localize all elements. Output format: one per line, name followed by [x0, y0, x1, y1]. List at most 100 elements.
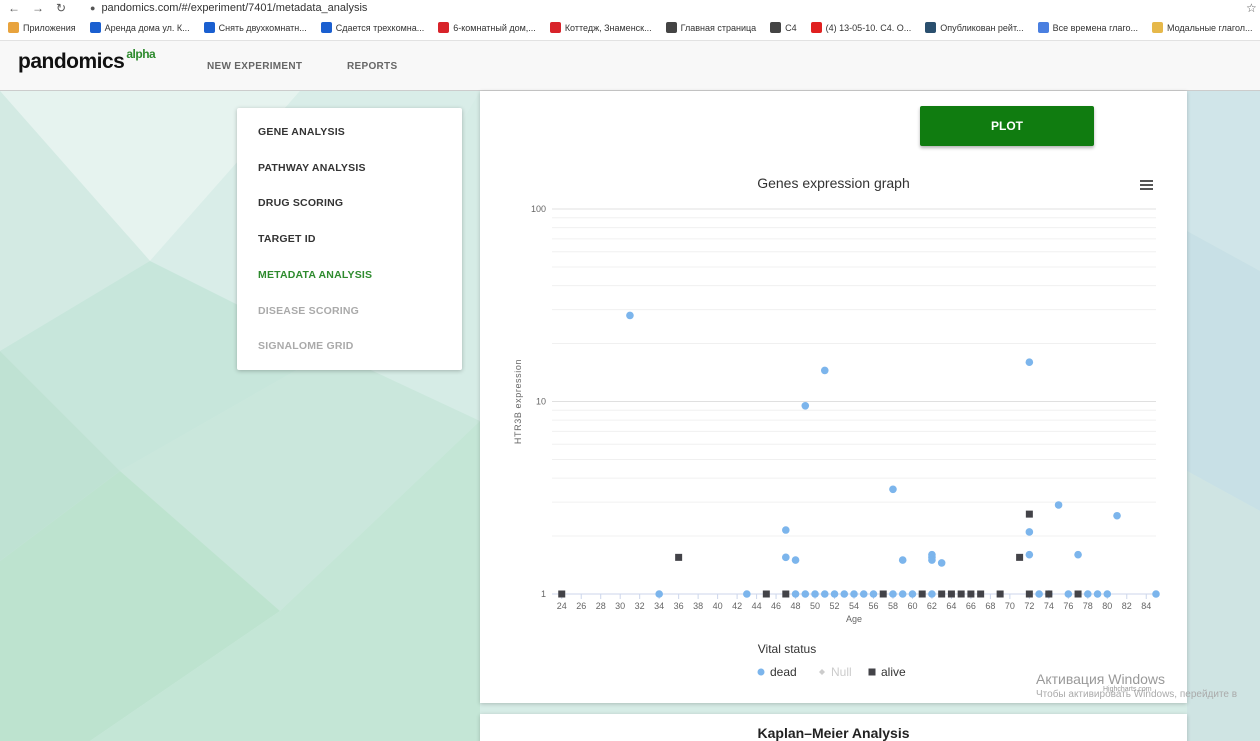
bookmark-item[interactable]: (4) 13-05-10. C4. O... — [810, 22, 911, 33]
data-point-alive[interactable] — [1025, 590, 1033, 598]
data-point-dead[interactable] — [889, 485, 897, 494]
y-tick-label: 10 — [536, 397, 546, 407]
bookmark-label: Коттедж, Знаменск... — [564, 22, 652, 33]
data-point-dead[interactable] — [898, 590, 907, 598]
data-point-alive[interactable] — [762, 590, 770, 598]
x-tick-label: 24 — [557, 601, 567, 611]
data-point-dead[interactable] — [1084, 590, 1092, 598]
nav-new-experiment[interactable]: NEW EXPERIMENT — [207, 61, 302, 72]
data-point-dead[interactable] — [1025, 550, 1034, 559]
bookmark-label: Аренда дома ул. К... — [104, 22, 190, 33]
x-tick-label: 56 — [868, 601, 878, 611]
data-point-alive[interactable] — [879, 590, 887, 598]
data-point-dead[interactable] — [811, 590, 819, 598]
data-point-dead[interactable] — [1025, 528, 1034, 536]
legend-symbol-dead — [757, 668, 765, 676]
data-point-dead[interactable] — [820, 590, 829, 598]
data-point-dead[interactable] — [840, 590, 849, 598]
data-point-alive[interactable] — [918, 590, 926, 598]
bookmark-item[interactable]: 6-комнатный дом,... — [438, 22, 536, 33]
data-point-dead[interactable] — [801, 590, 810, 598]
plot-button[interactable]: PLOT — [920, 106, 1094, 146]
x-tick-label: 64 — [946, 601, 956, 611]
menu-item-gene-analysis[interactable]: GENE ANALYSIS — [258, 126, 345, 138]
data-point-dead[interactable] — [859, 590, 868, 598]
data-point-dead[interactable] — [869, 590, 878, 598]
url-field[interactable]: pandomics.com/#/experiment/7401/metadata… — [101, 2, 1246, 14]
chart-menu-icon[interactable] — [1140, 180, 1153, 190]
bookmark-item[interactable]: C4 — [770, 22, 797, 33]
avito-icon — [320, 22, 332, 33]
data-point-alive[interactable] — [977, 590, 985, 598]
bookmark-item[interactable]: Приложения — [8, 22, 76, 33]
data-point-dead[interactable] — [1064, 590, 1073, 598]
data-point-dead[interactable] — [937, 559, 946, 567]
bookmark-item[interactable]: Сдается трехкомна... — [320, 22, 424, 33]
legend-item-dead[interactable]: dead — [770, 665, 797, 679]
legend-item-Null[interactable]: Null — [831, 665, 852, 679]
data-point-dead[interactable] — [791, 590, 800, 598]
nav-reports[interactable]: REPORTS — [347, 61, 397, 72]
data-point-alive[interactable] — [782, 590, 790, 598]
reload-icon[interactable]: ↻ — [56, 1, 66, 15]
data-point-alive[interactable] — [1045, 590, 1053, 598]
data-point-dead[interactable] — [830, 590, 839, 598]
data-point-dead[interactable] — [908, 590, 917, 598]
menu-item-target-id[interactable]: TARGET ID — [258, 233, 316, 245]
data-point-alive[interactable] — [967, 590, 975, 598]
bookmark-item[interactable]: Коттедж, Знаменск... — [549, 22, 652, 33]
data-point-dead[interactable] — [655, 590, 663, 598]
data-point-dead[interactable] — [626, 311, 634, 320]
data-point-dead[interactable] — [928, 556, 936, 564]
data-point-alive[interactable] — [957, 590, 965, 598]
data-point-alive[interactable] — [675, 553, 683, 561]
data-point-alive[interactable] — [1074, 590, 1082, 598]
bookmark-item[interactable]: Снять двухкомнатн... — [203, 22, 307, 33]
globe-icon — [770, 22, 782, 33]
data-point-alive[interactable] — [947, 590, 955, 598]
data-point-alive[interactable] — [1016, 553, 1024, 561]
data-point-dead[interactable] — [1035, 590, 1043, 598]
analysis-menu: GENE ANALYSIS PATHWAY ANALYSIS DRUG SCORIN… — [237, 108, 462, 370]
data-point-dead[interactable] — [1074, 550, 1082, 559]
data-point-dead[interactable] — [801, 401, 810, 410]
data-point-dead[interactable] — [1054, 501, 1063, 509]
youtube-icon — [810, 22, 822, 33]
bookmark-item[interactable]: Все времена глаго... — [1037, 22, 1138, 33]
data-point-dead[interactable] — [791, 556, 800, 564]
data-point-dead[interactable] — [782, 526, 790, 534]
menu-item-pathway-analysis[interactable]: PATHWAY ANALYSIS — [258, 162, 366, 174]
data-point-dead[interactable] — [1113, 511, 1121, 520]
legend-item-alive[interactable]: alive — [881, 665, 906, 679]
data-point-dead[interactable] — [850, 590, 858, 598]
data-point-dead[interactable] — [889, 590, 897, 598]
pandomics-logo[interactable]: pandomics alpha — [18, 47, 156, 74]
bookmark-item[interactable]: Аренда дома ул. К... — [89, 22, 190, 33]
x-tick-label: 72 — [1024, 601, 1034, 611]
data-point-dead[interactable] — [743, 590, 751, 598]
data-point-dead[interactable] — [782, 553, 790, 562]
data-point-dead[interactable] — [928, 590, 936, 598]
x-tick-label: 70 — [1005, 601, 1015, 611]
data-point-dead[interactable] — [1152, 590, 1160, 598]
data-point-dead[interactable] — [1093, 590, 1102, 598]
data-point-dead[interactable] — [898, 556, 907, 564]
data-point-dead[interactable] — [820, 366, 829, 375]
bookmark-star-icon[interactable]: ☆ — [1246, 1, 1260, 15]
data-point-alive[interactable] — [938, 590, 946, 598]
chart-credits[interactable]: Highcharts.com — [1103, 686, 1152, 693]
data-point-alive[interactable] — [996, 590, 1004, 598]
bookmark-item[interactable]: Главная страница — [665, 22, 756, 33]
data-point-dead[interactable] — [1025, 358, 1034, 367]
bookmark-item[interactable]: Модальные глагол... — [1152, 22, 1253, 33]
back-icon[interactable]: ← — [8, 1, 20, 15]
data-point-alive[interactable] — [558, 590, 566, 598]
bookmark-item[interactable]: Опубликован рейт... — [925, 22, 1024, 33]
data-point-dead[interactable] — [1103, 590, 1112, 598]
windows-activation-watermark: Активация Windows — [1036, 671, 1166, 687]
menu-item-drug-scoring[interactable]: DRUG SCORING — [258, 197, 343, 209]
forward-icon[interactable]: → — [32, 1, 44, 15]
data-point-alive[interactable] — [1025, 510, 1033, 518]
y-tick-label: 100 — [531, 204, 546, 214]
menu-item-metadata-analysis[interactable]: METADATA ANALYSIS — [258, 269, 372, 281]
